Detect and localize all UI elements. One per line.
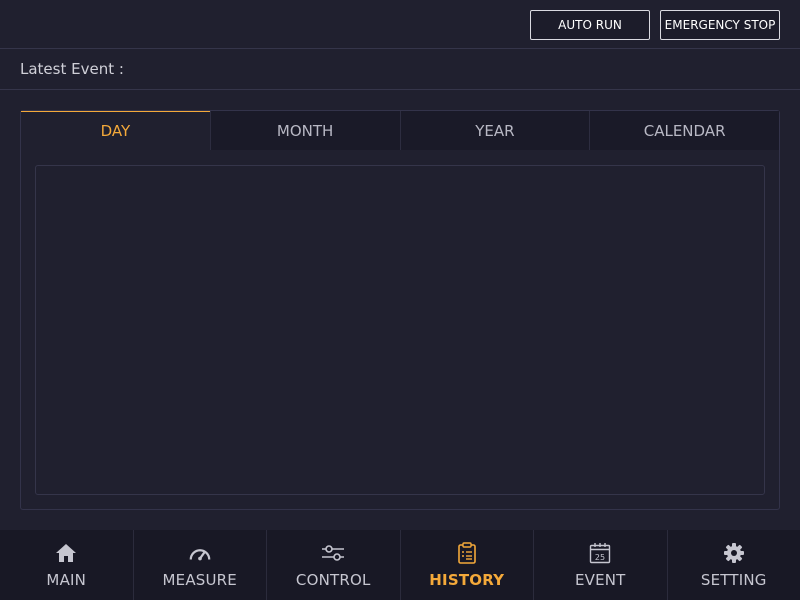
nav-item-setting[interactable]: SETTING (666, 530, 800, 600)
nav-item-history[interactable]: HISTORY (399, 530, 534, 600)
auto-run-button[interactable]: AUTO RUN (530, 10, 650, 40)
emergency-stop-button[interactable]: EMERGENCY STOP (660, 10, 780, 40)
app-window: AUTO RUN EMERGENCY STOP Latest Event : D… (0, 0, 800, 600)
top-bar: AUTO RUN EMERGENCY STOP (0, 0, 800, 49)
tab-year[interactable]: YEAR (399, 111, 590, 150)
latest-event-bar: Latest Event : (0, 49, 800, 90)
nav-label-event: EVENT (574, 571, 626, 589)
gauge-icon (188, 542, 212, 564)
nav-label-control: CONTROL (295, 571, 371, 589)
calendar-icon: 25 (588, 542, 612, 564)
bottom-navigation: MAIN MEASURE CONTROL HISTORY 25 EVENT SE… (0, 530, 800, 600)
sliders-icon (321, 542, 345, 564)
nav-item-measure[interactable]: MEASURE (132, 530, 267, 600)
nav-item-event[interactable]: 25 EVENT (533, 530, 667, 600)
home-icon (54, 542, 78, 564)
nav-item-control[interactable]: CONTROL (266, 530, 400, 600)
history-content-area (35, 165, 765, 495)
nav-item-main[interactable]: MAIN (0, 530, 133, 600)
nav-label-history: HISTORY (429, 571, 505, 589)
latest-event-label: Latest Event : (20, 60, 124, 78)
gear-icon (722, 542, 746, 564)
history-panel: DAY MONTH YEAR CALENDAR (20, 110, 780, 510)
history-tabs: DAY MONTH YEAR CALENDAR (21, 111, 779, 150)
nav-label-setting: SETTING (700, 571, 767, 589)
calendar-icon-day: 25 (595, 553, 605, 562)
tab-day[interactable]: DAY (21, 111, 210, 150)
clipboard-list-icon (455, 542, 479, 564)
nav-label-main: MAIN (46, 571, 87, 589)
tab-calendar[interactable]: CALENDAR (589, 111, 779, 150)
nav-label-measure: MEASURE (162, 571, 237, 589)
tab-month[interactable]: MONTH (209, 111, 400, 150)
